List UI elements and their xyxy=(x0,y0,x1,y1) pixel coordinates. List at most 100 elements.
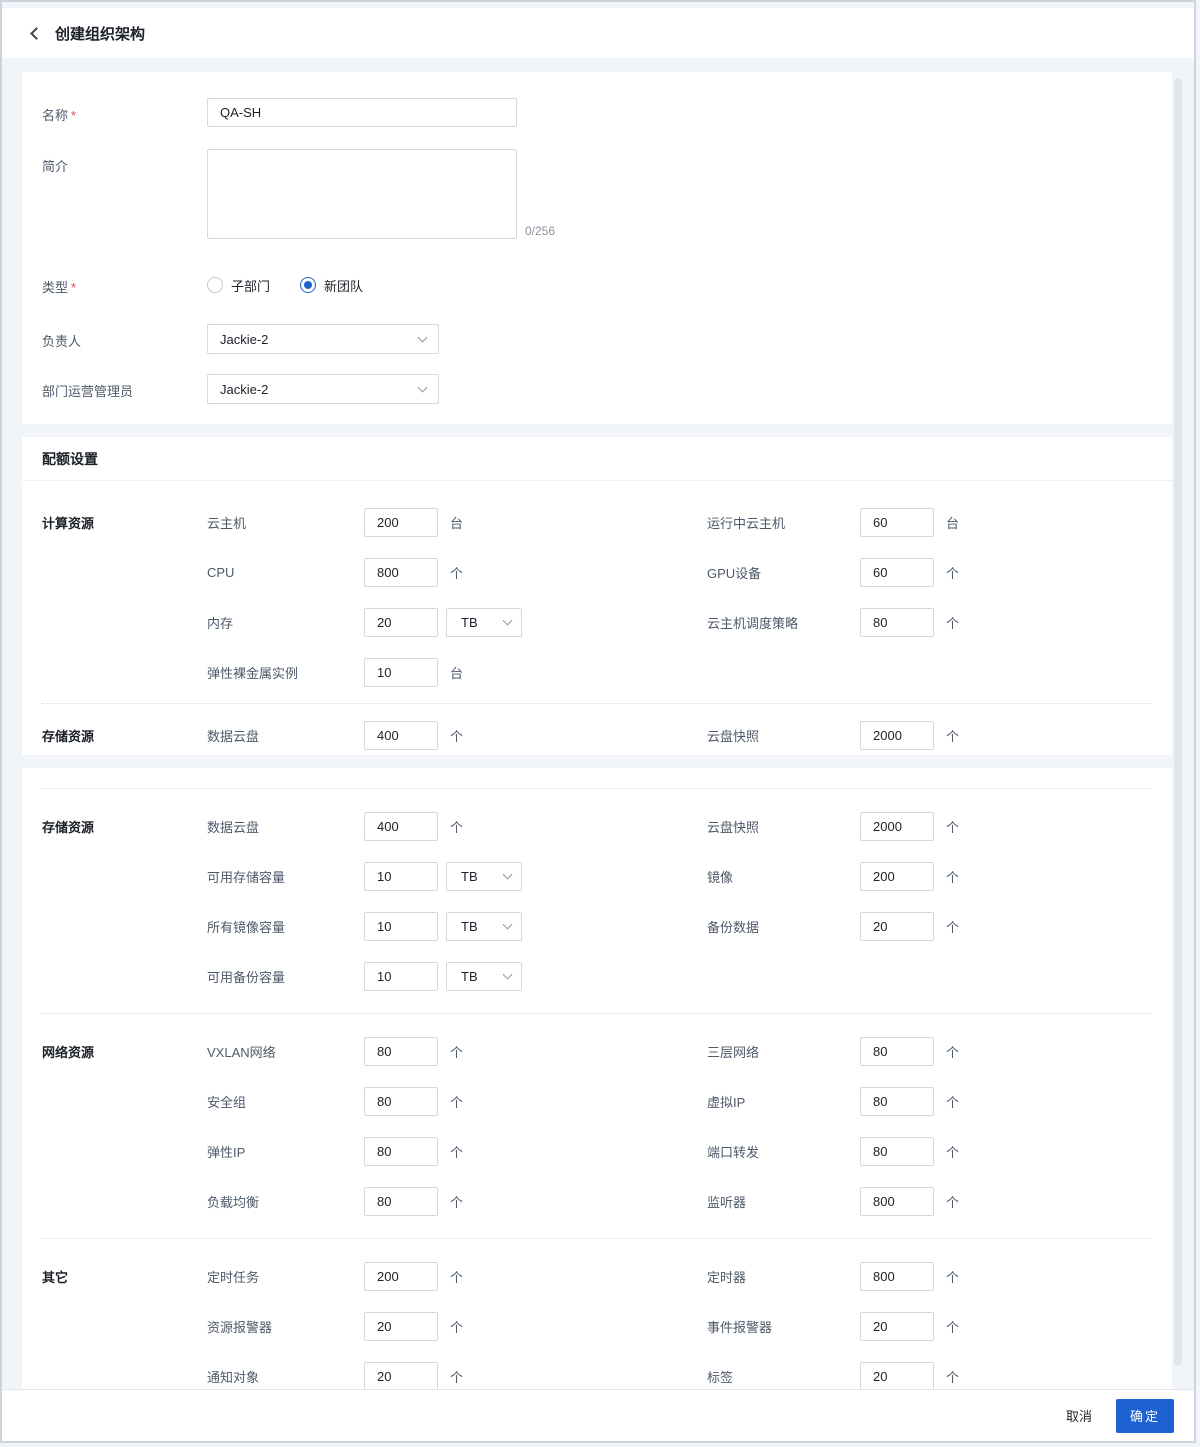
quota-group-label: 其它 xyxy=(42,1269,69,1285)
quota-unit-label: 个 xyxy=(450,1094,464,1110)
quota-row: 内存 TB 云主机调度策略 个 xyxy=(22,597,1172,647)
quota-input[interactable] xyxy=(364,1361,438,1391)
quota-field-controls: 个 xyxy=(860,1186,1172,1216)
quota-field-controls: 个 xyxy=(364,1036,707,1066)
chevron-down-icon xyxy=(502,615,513,625)
quota-field-controls: TB xyxy=(364,961,707,991)
quota-card-1: 配额设置 计算资源云主机台运行中云主机台CPU个GPU设备个内存TB云主机调度策… xyxy=(22,437,1172,755)
quota-field-controls: 个 xyxy=(860,1261,1172,1291)
quota-input[interactable] xyxy=(364,507,438,537)
page-header: 创建组织架构 xyxy=(2,8,1194,58)
quota-field-controls: 台 xyxy=(364,507,707,537)
unit-select[interactable]: TB xyxy=(446,607,522,637)
quota-input[interactable] xyxy=(364,657,438,687)
type-label: 类型 * xyxy=(42,280,77,295)
quota-field-label: 负载均衡 xyxy=(207,1194,260,1210)
quota-row: 弹性裸金属实例 台 xyxy=(22,647,1172,697)
quota-input[interactable] xyxy=(860,557,934,587)
quota-field-label: 可用备份容量 xyxy=(207,969,286,985)
quota-field-label: 弹性裸金属实例 xyxy=(207,665,299,681)
quota-field-controls: 个 xyxy=(364,811,707,841)
intro-textarea[interactable] xyxy=(207,149,517,239)
quota-unit-label: 个 xyxy=(946,1194,960,1210)
footer-bar: 取消 确定 xyxy=(2,1389,1194,1441)
scrollbar[interactable] xyxy=(1174,78,1182,1366)
quota-row: 其它 定时任务 个 定时器 个 xyxy=(22,1251,1172,1301)
quota-input[interactable] xyxy=(860,1086,934,1116)
quota-field-controls: 个 xyxy=(364,1136,707,1166)
unit-select[interactable]: TB xyxy=(446,911,522,941)
quota-field-label: 云主机 xyxy=(207,515,247,531)
quota-unit-label: 个 xyxy=(946,869,960,885)
quota-input[interactable] xyxy=(364,557,438,587)
quota-row: 存储资源 数据云盘 个 云盘快照 个 xyxy=(22,710,1172,755)
name-input[interactable] xyxy=(207,98,517,127)
quota-group-label: 计算资源 xyxy=(42,515,95,531)
quota-input[interactable] xyxy=(860,507,934,537)
quota-field-label: 云主机调度策略 xyxy=(707,615,799,631)
quota-input[interactable] xyxy=(860,1186,934,1216)
cancel-button[interactable]: 取消 xyxy=(1066,1406,1092,1425)
quota-field-controls: 个 xyxy=(860,1036,1172,1066)
quota-input[interactable] xyxy=(364,1186,438,1216)
back-icon[interactable] xyxy=(30,26,43,40)
admin-select[interactable]: Jackie-2 xyxy=(207,374,439,404)
section-divider xyxy=(42,703,1152,704)
quota-unit-label: 个 xyxy=(946,1319,960,1335)
quota-group-label: 网络资源 xyxy=(42,1044,95,1060)
quota-input[interactable] xyxy=(364,1311,438,1341)
quota-input[interactable] xyxy=(860,1311,934,1341)
quota-input[interactable] xyxy=(364,1261,438,1291)
quota-unit-label: 个 xyxy=(450,819,464,835)
quota-row: 网络资源 VXLAN网络 个 三层网络 个 xyxy=(22,1026,1172,1076)
quota-field-controls: 个 xyxy=(364,557,707,587)
quota-unit-label: 台 xyxy=(450,515,464,531)
confirm-button[interactable]: 确定 xyxy=(1115,1398,1174,1433)
unit-select[interactable]: TB xyxy=(446,861,522,891)
quota-field-controls: 个 xyxy=(860,861,1172,891)
quota-input[interactable] xyxy=(364,861,438,891)
name-row: 名称 * xyxy=(22,98,1172,127)
quota-input[interactable] xyxy=(364,1136,438,1166)
quota-unit-label: 台 xyxy=(946,515,960,531)
quota-input[interactable] xyxy=(364,911,438,941)
quota-unit-label: 个 xyxy=(946,1144,960,1160)
quota-input[interactable] xyxy=(364,1036,438,1066)
section-divider xyxy=(42,788,1152,789)
quota-input[interactable] xyxy=(364,720,438,750)
quota-field-label: 通知对象 xyxy=(207,1369,260,1385)
owner-select[interactable]: Jackie-2 xyxy=(207,324,439,354)
quota-row: 可用备份容量 TB xyxy=(22,951,1172,1001)
quota-field-label: 云盘快照 xyxy=(707,728,760,744)
quota-input[interactable] xyxy=(860,861,934,891)
quota-input[interactable] xyxy=(364,961,438,991)
quota-unit-label: 个 xyxy=(946,1094,960,1110)
quota-input[interactable] xyxy=(860,1261,934,1291)
quota-input[interactable] xyxy=(860,607,934,637)
quota-title-row: 配额设置 xyxy=(22,437,1172,481)
quota-input[interactable] xyxy=(364,607,438,637)
quota-field-label: 定时器 xyxy=(707,1269,747,1285)
quota-field-label: 云盘快照 xyxy=(707,819,760,835)
radio-option-subdepartment[interactable]: 子部门 xyxy=(207,276,270,295)
quota-input[interactable] xyxy=(860,720,934,750)
quota-field-label: 事件报警器 xyxy=(707,1319,773,1335)
radio-option-newteam[interactable]: 新团队 xyxy=(300,276,363,295)
quota-input[interactable] xyxy=(860,1036,934,1066)
quota-unit-label: 个 xyxy=(450,1269,464,1285)
quota-input[interactable] xyxy=(860,1136,934,1166)
radio-unchecked-icon[interactable] xyxy=(207,277,223,293)
quota-input[interactable] xyxy=(364,811,438,841)
quota-unit-label: 个 xyxy=(450,1044,464,1060)
unit-select[interactable]: TB xyxy=(446,961,522,991)
quota-input[interactable] xyxy=(860,911,934,941)
quota-field-controls: TB xyxy=(364,607,707,637)
quota-input[interactable] xyxy=(364,1086,438,1116)
quota-unit-label: 个 xyxy=(946,819,960,835)
radio-checked-icon[interactable] xyxy=(300,277,317,293)
admin-row: 部门运营管理员 Jackie-2 xyxy=(22,374,1172,404)
admin-label: 部门运营管理员 xyxy=(42,384,134,399)
quota-input[interactable] xyxy=(860,811,934,841)
quota-input[interactable] xyxy=(860,1361,934,1391)
quota-unit-label: 个 xyxy=(450,1319,464,1335)
